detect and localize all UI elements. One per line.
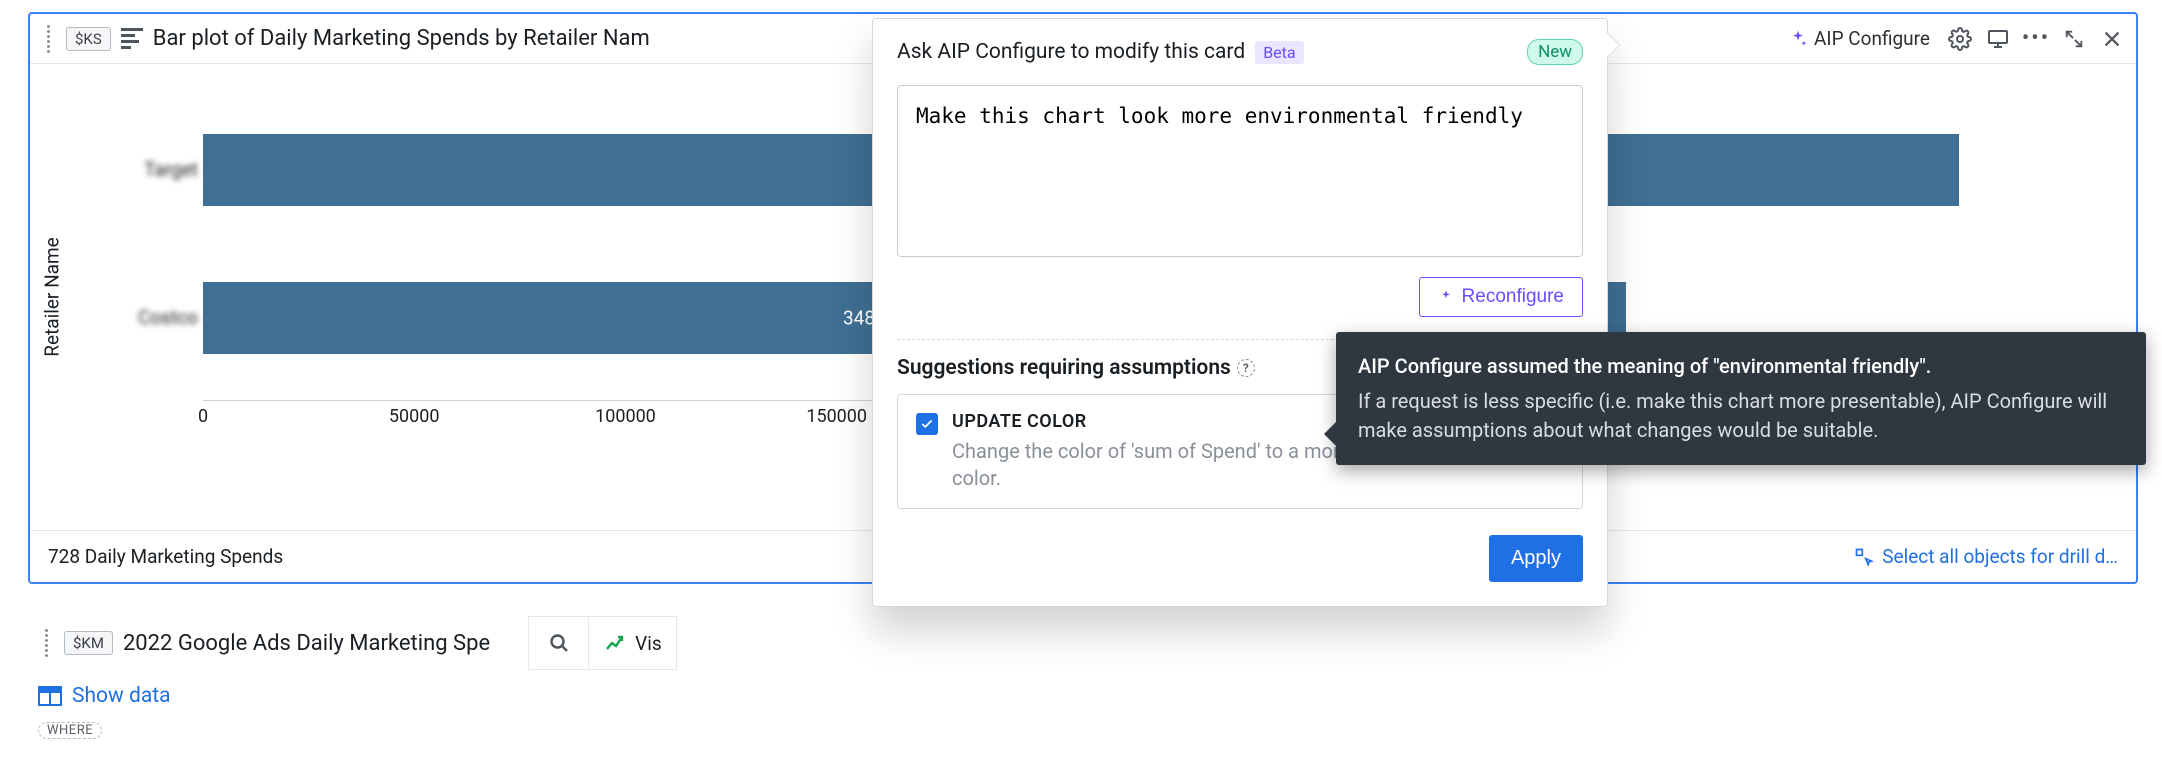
tooltip-heading: AIP Configure assumed the meaning of "en… bbox=[1358, 352, 2124, 381]
x-tick-2: 100000 bbox=[595, 406, 656, 427]
search-icon bbox=[547, 631, 571, 655]
sparkle-icon bbox=[1788, 29, 1808, 49]
horizontal-bar-chart-icon bbox=[121, 28, 143, 49]
sparkle-icon bbox=[1438, 289, 1454, 305]
show-data-label: Show data bbox=[72, 684, 171, 708]
beta-badge: Beta bbox=[1255, 41, 1303, 64]
more-button[interactable]: ••• bbox=[2022, 25, 2050, 53]
reconfigure-label: Reconfigure bbox=[1462, 286, 1564, 308]
search-button[interactable] bbox=[529, 617, 589, 669]
apply-button[interactable]: Apply bbox=[1489, 535, 1583, 582]
tooltip-body: If a request is less specific (i.e. make… bbox=[1358, 387, 2124, 445]
vis-toolbar: Vis bbox=[528, 616, 677, 670]
x-tick-3: 150000 bbox=[806, 406, 867, 427]
drill-down-link[interactable]: Select all objects for drill d… bbox=[1854, 545, 2118, 568]
chart-title: Bar plot of Daily Marketing Spends by Re… bbox=[153, 26, 650, 51]
y-tick-0: Target bbox=[144, 158, 198, 181]
aip-configure-button[interactable]: AIP Configure bbox=[1782, 23, 1936, 54]
drag-handle-icon[interactable] bbox=[38, 629, 54, 657]
y-axis-label: Retailer Name bbox=[41, 237, 64, 356]
expand-icon bbox=[2063, 28, 2085, 50]
record-count: 728 Daily Marketing Spends bbox=[48, 545, 283, 568]
secondary-header: $KM 2022 Google Ads Daily Marketing Spe … bbox=[28, 610, 2138, 676]
assumption-tooltip: AIP Configure assumed the meaning of "en… bbox=[1336, 332, 2146, 465]
secondary-card: $KM 2022 Google Ads Daily Marketing Spe … bbox=[28, 610, 2138, 745]
close-button[interactable] bbox=[2098, 25, 2126, 53]
prompt-input[interactable] bbox=[897, 85, 1583, 257]
aip-configure-popover: Ask AIP Configure to modify this card Be… bbox=[872, 18, 1608, 607]
drill-down-label: Select all objects for drill d… bbox=[1882, 545, 2118, 568]
vis-label: Vis bbox=[635, 632, 662, 655]
new-badge: New bbox=[1527, 39, 1583, 65]
suggestion-checkbox[interactable] bbox=[916, 413, 938, 435]
expand-button[interactable] bbox=[2060, 25, 2088, 53]
x-tick-1: 50000 bbox=[389, 406, 440, 427]
x-tick-0: 0 bbox=[198, 406, 208, 427]
aip-configure-label: AIP Configure bbox=[1814, 27, 1930, 50]
gear-icon bbox=[1948, 27, 1972, 51]
where-chip[interactable]: WHERE bbox=[38, 722, 102, 739]
presentation-icon bbox=[1986, 27, 2010, 51]
variable-pill[interactable]: $KS bbox=[66, 27, 111, 51]
table-icon bbox=[38, 686, 62, 706]
cursor-select-icon bbox=[1854, 547, 1874, 567]
chart-trend-icon bbox=[603, 631, 627, 655]
show-data-link[interactable]: Show data bbox=[28, 676, 2138, 716]
secondary-title: 2022 Google Ads Daily Marketing Spe bbox=[123, 631, 490, 656]
y-tick-1: Costco bbox=[138, 306, 198, 329]
reconfigure-button[interactable]: Reconfigure bbox=[1419, 277, 1583, 317]
visualize-button[interactable]: Vis bbox=[589, 617, 676, 669]
check-icon bbox=[920, 417, 934, 431]
help-icon[interactable]: ? bbox=[1237, 359, 1255, 377]
popover-title: Ask AIP Configure to modify this card bbox=[897, 40, 1245, 64]
present-button[interactable] bbox=[1984, 25, 2012, 53]
variable-pill[interactable]: $KM bbox=[64, 631, 113, 655]
close-icon bbox=[2101, 28, 2123, 50]
drag-handle-icon[interactable] bbox=[40, 25, 56, 53]
settings-button[interactable] bbox=[1946, 25, 1974, 53]
